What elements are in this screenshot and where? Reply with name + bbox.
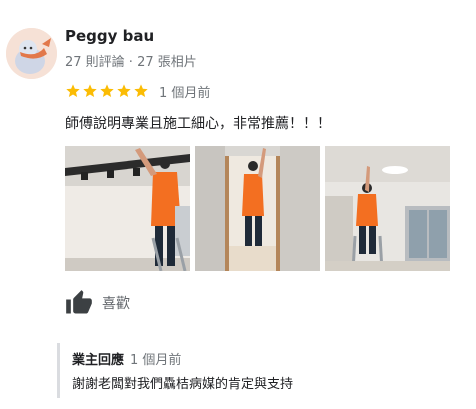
star-icon bbox=[100, 84, 114, 97]
owner-reply-label: 業主回應 bbox=[72, 353, 125, 368]
star-icon bbox=[134, 84, 148, 97]
review-photo[interactable] bbox=[325, 146, 450, 271]
rating-row: 1 個月前 bbox=[65, 81, 210, 101]
star-rating bbox=[65, 83, 150, 99]
like-label: 喜歡 bbox=[102, 296, 130, 312]
star-icon bbox=[66, 84, 80, 97]
review-time: 1 個月前 bbox=[159, 85, 211, 101]
like-button[interactable]: 喜歡 bbox=[65, 288, 130, 318]
review-text: 師傅說明專業且施工細心，非常推薦！！！ bbox=[65, 116, 331, 132]
review-photo[interactable] bbox=[195, 146, 320, 271]
author-avatar[interactable] bbox=[6, 28, 57, 79]
owner-reply: 業主回應 1 個月前 謝謝老闆對我們驫桔病媒的肯定與支持 bbox=[57, 343, 457, 398]
owner-reply-header: 業主回應 1 個月前 bbox=[72, 349, 181, 368]
author-name[interactable]: Peggy bau bbox=[65, 27, 154, 45]
star-icon bbox=[117, 84, 131, 97]
owner-reply-time: 1 個月前 bbox=[130, 353, 182, 368]
star-icon bbox=[83, 84, 97, 97]
review-photos bbox=[65, 146, 455, 271]
thumbs-up-icon bbox=[66, 290, 92, 314]
review-photo[interactable] bbox=[65, 146, 190, 271]
avatar-image bbox=[6, 28, 57, 79]
owner-reply-text: 謝謝老闆對我們驫桔病媒的肯定與支持 bbox=[72, 377, 294, 392]
author-meta: 27 則評論 · 27 張相片 bbox=[65, 55, 197, 70]
